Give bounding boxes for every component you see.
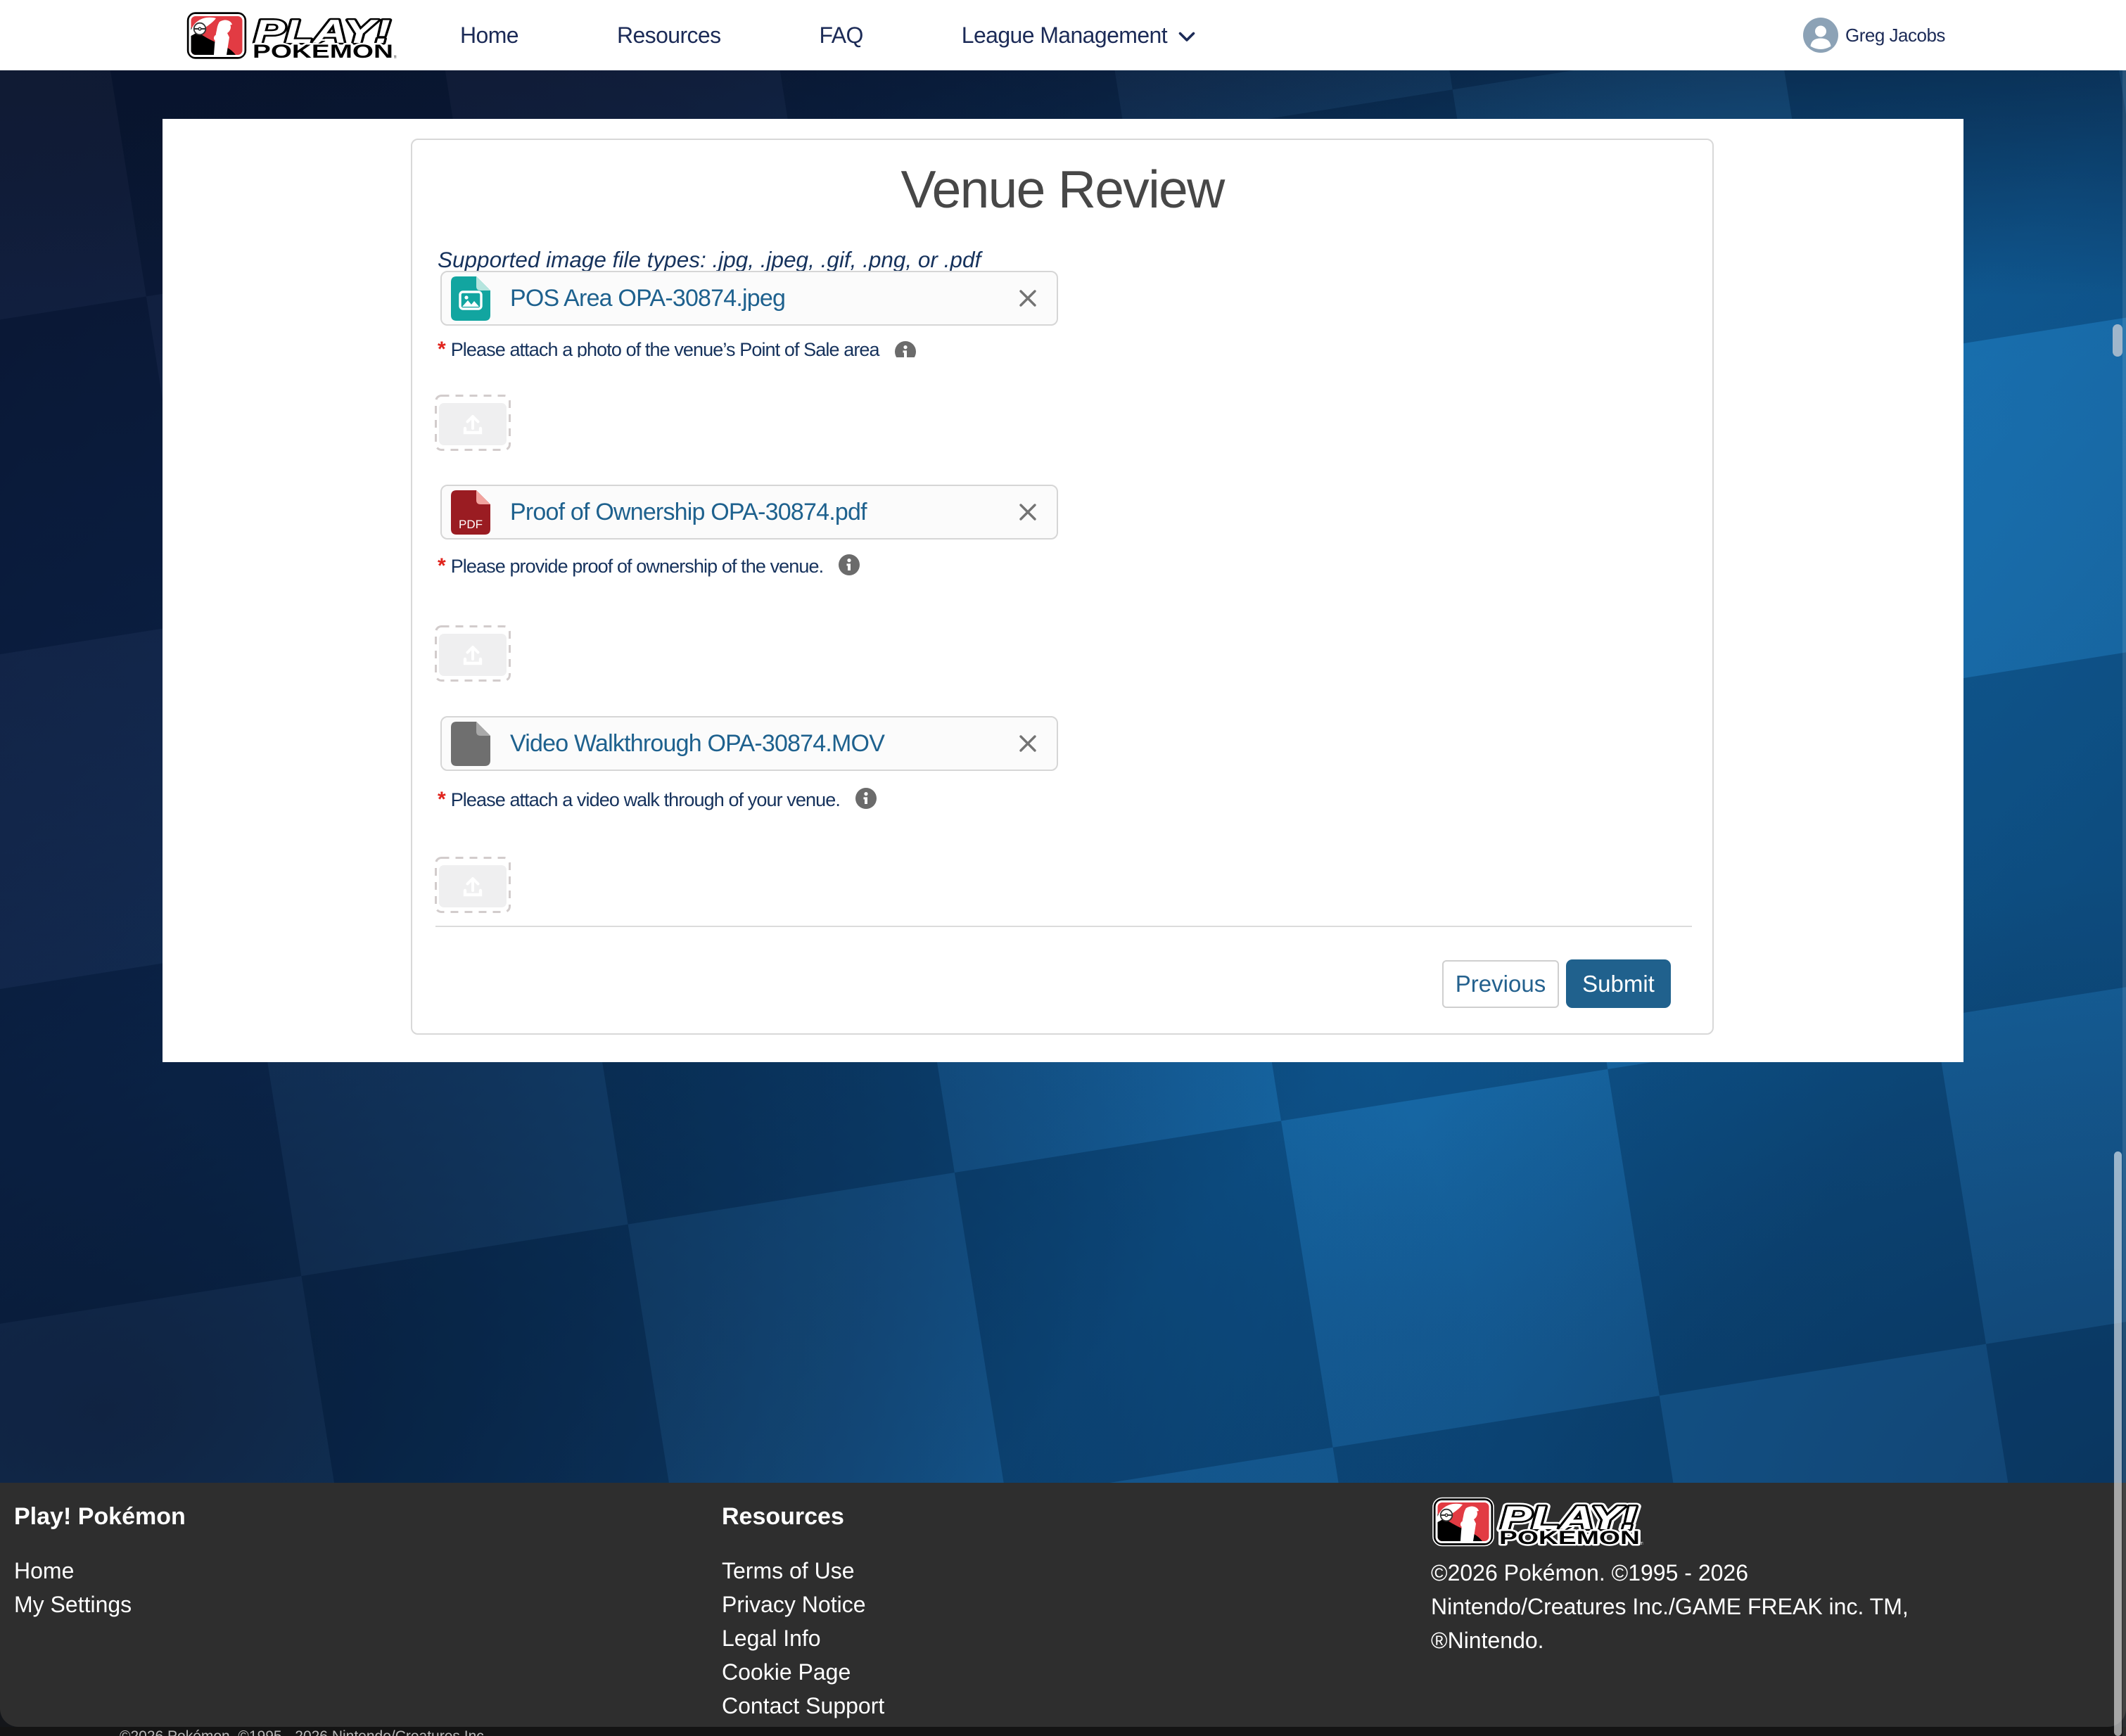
clipped-bottom-row: ©2026 Pokémon. ©1995 - 2026 Nintendo/Cre… [0,1727,2126,1736]
remove-file-icon[interactable] [1016,286,1040,310]
logo-tm-text: ™ [1640,1541,1643,1547]
supported-file-types-note: Supported image file types: .jpg, .jpeg,… [438,247,981,273]
nav-item-league-management[interactable]: League Management [962,23,1195,49]
nav-item-resources-label: Resources [617,23,721,49]
logo-tm-text: ™ [393,55,397,61]
nav-item-league-management-label: League Management [962,23,1167,49]
nav-item-faq[interactable]: FAQ [820,23,863,49]
info-icon[interactable] [839,554,860,575]
dropzone-inner [439,865,507,907]
remove-file-icon[interactable] [1016,732,1040,755]
page-scrollbar-thumb[interactable] [2114,1151,2122,1736]
logo-pokemon-text: POKÉMON [1499,1526,1640,1547]
nav-item-home[interactable]: Home [460,23,518,49]
info-icon[interactable] [895,341,916,357]
field-label-text: Please provide proof of ownership of the… [451,554,824,578]
nav-links: Home Resources FAQ League Management [460,0,1195,70]
page-footer: Play! Pokémon Home My Settings Resources… [0,1483,2126,1727]
footer-link-home[interactable]: Home [14,1558,74,1584]
footer-link-terms-of-use[interactable]: Terms of Use [722,1558,854,1584]
uploaded-file-card-video-walkthrough: Video Walkthrough OPA-30874.MOV [440,716,1058,771]
footer-link-my-settings[interactable]: My Settings [14,1592,132,1618]
footer-link-legal-info[interactable]: Legal Info [722,1626,821,1652]
footer-copyright-line: ®Nintendo. [1431,1628,1544,1654]
field-label-text: Please attach a photo of the venue’s Poi… [451,338,879,357]
uploaded-file-card-proof-of-ownership: PDF Proof of Ownership OPA-30874.pdf [440,485,1058,540]
field-label-proof-of-ownership: * Please provide proof of ownership of t… [438,554,1211,578]
page-title: Venue Review [412,159,1712,219]
nav-item-home-label: Home [460,23,518,49]
footer-resources-heading: Resources [722,1503,844,1531]
nav-item-resources[interactable]: Resources [617,23,721,49]
venue-review-form-card: Venue Review Supported image file types:… [411,139,1714,1035]
svg-text:PDF: PDF [459,518,483,531]
footer-link-cookie-page[interactable]: Cookie Page [722,1659,851,1685]
required-marker: * [438,554,446,578]
footer-copyright-line: Nintendo/Creatures Inc./GAME FREAK inc. … [1431,1594,1909,1620]
image-file-icon [451,276,490,321]
clipped-bottom-text: ©2026 Pokémon. ©1995 - 2026 Nintendo/Cre… [120,1728,488,1736]
chevron-down-icon [1178,32,1195,42]
inner-scrollbar-thumb[interactable] [2113,324,2122,357]
top-navbar: PLAY! PLAY! POKÉMON ™ Home Resources FAQ… [0,0,2126,70]
upload-icon [460,411,485,437]
user-avatar-icon [1803,18,1838,53]
uploaded-file-card-pos-area: POS Area OPA-30874.jpeg [440,271,1058,326]
footer-link-contact-support[interactable]: Contact Support [722,1693,884,1719]
footer-brand-heading: Play! Pokémon [14,1503,186,1531]
file-link-video-walkthrough[interactable]: Video Walkthrough OPA-30874.MOV [510,730,884,758]
file-icon [451,722,490,766]
dropzone-inner [439,634,507,676]
upload-icon [460,642,485,668]
previous-button[interactable]: Previous [1442,960,1559,1008]
submit-button[interactable]: Submit [1566,959,1671,1008]
upload-icon [460,874,485,899]
pdf-file-icon: PDF [451,490,490,535]
play-pokemon-logo[interactable]: PLAY! PLAY! POKÉMON ™ [186,11,397,61]
required-marker: * [438,338,446,357]
scrollbar-track [2122,70,2126,1736]
field-label-text: Please attach a video walk through of yo… [451,788,840,812]
upload-dropzone-video-walkthrough[interactable] [435,857,511,913]
remove-file-icon[interactable] [1016,500,1040,524]
dropzone-inner [439,403,507,445]
nav-item-faq-label: FAQ [820,23,863,49]
user-name: Greg Jacobs [1845,25,1945,46]
file-link-pos-area[interactable]: POS Area OPA-30874.jpeg [510,285,785,312]
form-divider [435,926,1692,927]
file-link-proof-of-ownership[interactable]: Proof of Ownership OPA-30874.pdf [510,499,867,526]
footer-play-pokemon-logo: PLAY! PLAY! POKÉMON ™ [1432,1497,1643,1547]
footer-link-privacy-notice[interactable]: Privacy Notice [722,1592,866,1618]
field-label-video-walkthrough: * Please attach a video walk through of … [438,788,1211,812]
user-menu[interactable]: Greg Jacobs [1803,0,1945,70]
upload-dropzone-proof-of-ownership[interactable] [435,625,511,682]
field-label-pos-area: * Please attach a photo of the venue’s P… [438,338,1211,357]
info-icon[interactable] [855,788,877,809]
upload-dropzone-pos-area[interactable] [435,395,511,451]
required-marker: * [438,788,446,812]
logo-pokemon-text: POKÉMON [253,40,393,61]
footer-copyright-line: ©2026 Pokémon. ©1995 - 2026 [1431,1560,1748,1586]
